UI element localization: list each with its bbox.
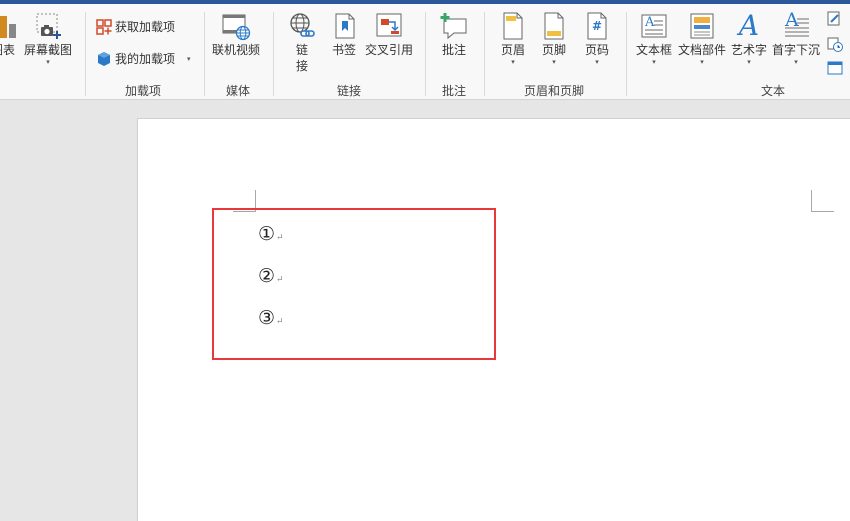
chart-button[interactable]: 图表 (0, 10, 20, 58)
highlight-annotation-box (212, 208, 496, 360)
cross-reference-button[interactable]: 交叉引用 (365, 10, 413, 58)
screenshot-button[interactable]: 屏幕截图 ▾ (24, 10, 72, 66)
my-addins-button[interactable]: 我的加载项 ▾ (96, 50, 191, 67)
new-comment-label: 批注 (441, 43, 466, 57)
text-group-label: 文本 (761, 84, 786, 98)
header-dropdown-icon[interactable]: ▾ (511, 58, 515, 66)
my-addins-label: 我的加载项 (115, 52, 176, 66)
bookmark-label: 书签 (331, 43, 356, 57)
links-group-label: 链接 (337, 84, 362, 98)
signature-line-icon[interactable] (827, 11, 843, 31)
header-icon (496, 10, 530, 42)
text-box-dropdown-icon[interactable]: ▾ (652, 58, 656, 66)
get-addins-label: 获取加载项 (115, 20, 176, 34)
wordart-icon: A (732, 10, 766, 42)
link-label-line1: 链 (295, 43, 308, 57)
addins-group-label: 加载项 (125, 84, 162, 98)
get-addins-button[interactable]: 获取加载项 (96, 18, 175, 35)
text-box-symbol: A (645, 15, 655, 30)
group-separator (484, 12, 485, 96)
group-separator (273, 12, 274, 96)
quick-parts-dropdown-icon[interactable]: ▾ (700, 58, 704, 66)
store-icon (96, 18, 112, 35)
comments-group-label: 批注 (442, 84, 467, 98)
footer-button[interactable]: 页脚 ▾ (537, 10, 571, 66)
text-box-button[interactable]: A 文本框 ▾ (636, 10, 672, 66)
link-button[interactable]: 链 接 (285, 10, 319, 74)
bookmark-button[interactable]: 书签 (327, 10, 361, 58)
my-addins-dropdown-icon[interactable]: ▾ (187, 55, 191, 63)
online-video-icon (219, 10, 253, 42)
wordart-symbol: A (738, 9, 760, 42)
cross-reference-label: 交叉引用 (365, 43, 414, 57)
header-label: 页眉 (500, 43, 525, 57)
page-number-symbol: # (592, 19, 603, 33)
screenshot-dropdown-icon[interactable]: ▾ (46, 58, 50, 66)
page-number-icon: # (580, 10, 614, 42)
object-icon[interactable] (827, 60, 843, 80)
group-separator (85, 12, 86, 96)
margin-corner-top-right (811, 190, 834, 212)
online-video-label: 联机视频 (212, 43, 261, 57)
drop-cap-button[interactable]: A 首字下沉 ▾ (772, 9, 821, 66)
drop-cap-label: 首字下沉 (772, 43, 821, 57)
wordart-dropdown-icon[interactable]: ▾ (747, 58, 751, 66)
text-box-icon: A (637, 10, 671, 42)
link-icon (285, 10, 319, 42)
header-footer-group-label: 页眉和页脚 (524, 84, 585, 98)
chart-label: 图表 (0, 43, 15, 57)
cross-reference-icon (372, 10, 406, 42)
link-label-line2: 接 (295, 59, 308, 73)
group-separator (626, 12, 627, 96)
group-separator (425, 12, 426, 96)
page-number-label: 页码 (584, 43, 609, 57)
media-group-label: 媒体 (226, 84, 251, 98)
footer-label: 页脚 (541, 43, 566, 57)
drop-cap-dropdown-icon[interactable]: ▾ (794, 58, 798, 66)
drop-cap-symbol: A (785, 9, 799, 31)
page-number-dropdown-icon[interactable]: ▾ (595, 58, 599, 66)
screenshot-icon (31, 10, 65, 42)
quick-parts-icon (685, 10, 719, 42)
page-number-button[interactable]: # 页码 ▾ (580, 10, 614, 66)
header-button[interactable]: 页眉 ▾ (496, 10, 530, 66)
group-separator (204, 12, 205, 96)
my-addins-icon (96, 51, 112, 67)
footer-icon (537, 10, 571, 42)
bookmark-icon (327, 10, 361, 42)
quick-parts-button[interactable]: 文档部件 ▾ (678, 10, 726, 66)
online-video-button[interactable]: 联机视频 (212, 10, 260, 58)
wordart-label: 艺术字 (731, 43, 768, 57)
text-box-label: 文本框 (636, 43, 673, 57)
quick-parts-label: 文档部件 (678, 43, 727, 57)
screenshot-label: 屏幕截图 (24, 43, 73, 57)
new-comment-button[interactable]: 批注 (437, 10, 471, 58)
ribbon: 图表 屏幕截图 ▾ 获取加载项 (0, 4, 850, 100)
comment-icon (437, 10, 471, 42)
drop-cap-icon: A (779, 9, 813, 42)
date-time-icon[interactable] (827, 36, 843, 56)
wordart-button[interactable]: A 艺术字 ▾ (731, 10, 768, 67)
chart-icon (0, 10, 20, 42)
footer-dropdown-icon[interactable]: ▾ (552, 58, 556, 66)
